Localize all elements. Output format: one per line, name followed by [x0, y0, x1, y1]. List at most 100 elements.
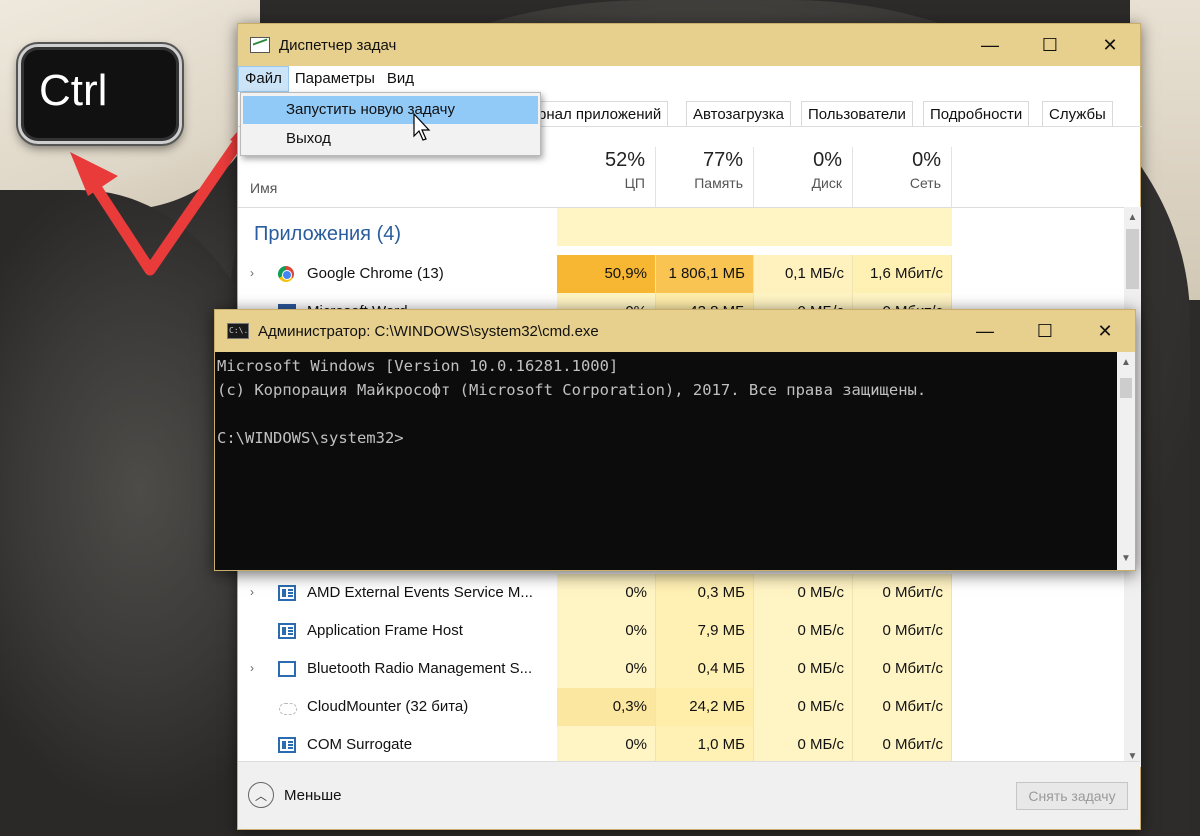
file-menu-dropdown: Запустить новую задачу Выход — [240, 92, 541, 156]
network-cell: 0 Мбит/с — [853, 688, 952, 726]
group-title-apps: Приложения (4) — [254, 223, 402, 245]
cmd-maximize-button[interactable]: ☐ — [1015, 310, 1075, 352]
tab-startup[interactable]: Автозагрузка — [686, 101, 791, 126]
table-row[interactable]: › AMD External Events Service M... 0% 0,… — [238, 574, 1124, 612]
close-button[interactable]: ✕ — [1080, 24, 1140, 66]
disk-cell: 0 МБ/с — [754, 574, 853, 612]
tab-details[interactable]: Подробности — [923, 101, 1030, 126]
network-label: Сеть — [909, 175, 941, 191]
scroll-up-icon[interactable]: ▲ — [1117, 354, 1135, 372]
menu-options[interactable]: Параметры — [289, 66, 381, 92]
chrome-icon — [278, 266, 294, 282]
column-header-cpu[interactable]: 52% ЦП — [557, 147, 656, 207]
table-row[interactable]: › Google Chrome (13) 50,9% 1 806,1 МБ 0,… — [238, 255, 1124, 293]
menu-item-run-new-task[interactable]: Запустить новую задачу — [243, 96, 538, 124]
tab-app-history[interactable]: рнал приложений — [532, 101, 669, 126]
column-header-memory[interactable]: 77% Память — [656, 147, 754, 207]
column-header-name[interactable]: Имя — [250, 180, 277, 196]
menu-item-exit[interactable]: Выход — [243, 125, 538, 153]
column-header-disk[interactable]: 0% Диск — [754, 147, 853, 207]
disk-cell: 0,1 МБ/с — [754, 255, 853, 293]
cpu-cell: 50,9% — [557, 255, 656, 293]
disk-total: 0% — [813, 149, 842, 171]
disk-cell: 0 МБ/с — [754, 726, 853, 764]
service-icon — [278, 623, 296, 639]
chevron-up-icon: ︿ — [248, 782, 274, 808]
console-output[interactable]: Microsoft Windows [Version 10.0.16281.10… — [215, 352, 1117, 570]
memory-label: Память — [694, 175, 743, 191]
cmd-close-button[interactable]: ✕ — [1075, 310, 1135, 352]
disk-cell: 0 МБ/с — [754, 612, 853, 650]
cpu-total: 52% — [604, 149, 645, 171]
cmd-titlebar[interactable]: C:\. Администратор: C:\WINDOWS\system32\… — [215, 310, 1135, 352]
cmd-minimize-button[interactable]: — — [955, 310, 1015, 352]
ctrl-key-overlay: Ctrl — [18, 44, 182, 144]
task-manager-icon — [250, 37, 270, 53]
scroll-up-icon[interactable]: ▲ — [1124, 209, 1141, 226]
expand-chevron-icon[interactable]: › — [250, 266, 254, 280]
cpu-cell: 0% — [557, 726, 656, 764]
table-row[interactable]: CloudMounter (32 бита) 0,3% 24,2 МБ 0 МБ… — [238, 688, 1124, 726]
scrollbar-thumb[interactable] — [1126, 229, 1139, 289]
network-total: 0% — [912, 149, 941, 171]
window-icon — [278, 661, 296, 677]
process-name: Application Frame Host — [307, 622, 463, 639]
tab-services[interactable]: Службы — [1042, 101, 1113, 126]
table-row[interactable]: › Bluetooth Radio Management S... 0% 0,4… — [238, 650, 1124, 688]
console-prompt: C:\WINDOWS\system32> — [217, 429, 404, 447]
process-name: Google Chrome (13) — [307, 265, 444, 282]
process-name: AMD External Events Service M... — [307, 584, 533, 601]
cmd-window-title: Администратор: C:\WINDOWS\system32\cmd.e… — [258, 322, 599, 340]
task-manager-footer: ︿ Меньше Снять задачу — [238, 761, 1140, 829]
network-cell: 0 Мбит/с — [853, 650, 952, 688]
fewer-details-button[interactable]: ︿ Меньше — [248, 782, 341, 808]
console-line: Microsoft Windows [Version 10.0.16281.10… — [217, 357, 619, 375]
expand-chevron-icon[interactable]: › — [250, 661, 254, 675]
table-row[interactable]: Application Frame Host 0% 7,9 МБ 0 МБ/с … — [238, 612, 1124, 650]
tab-users[interactable]: Пользователи — [801, 101, 913, 126]
expand-chevron-icon[interactable]: › — [250, 585, 254, 599]
process-name: CloudMounter (32 бита) — [307, 698, 469, 715]
cloud-icon — [278, 699, 297, 715]
network-cell: 0 Мбит/с — [853, 726, 952, 764]
console-icon: C:\. — [227, 323, 249, 339]
cmd-window: C:\. Администратор: C:\WINDOWS\system32\… — [214, 309, 1136, 571]
memory-cell: 0,3 МБ — [656, 574, 754, 612]
network-cell: 0 Мбит/с — [853, 574, 952, 612]
memory-cell: 0,4 МБ — [656, 650, 754, 688]
menu-bar: Файл Параметры Вид — [238, 66, 1140, 92]
column-header-network[interactable]: 0% Сеть — [853, 147, 952, 207]
scrollbar-thumb[interactable] — [1120, 378, 1132, 398]
heat-background-group — [557, 208, 952, 246]
network-cell: 0 Мбит/с — [853, 612, 952, 650]
memory-total: 77% — [702, 149, 743, 171]
maximize-button[interactable]: ☐ — [1020, 24, 1080, 66]
mouse-pointer-icon — [413, 112, 431, 141]
window-title: Диспетчер задач — [279, 36, 397, 54]
memory-cell: 1,0 МБ — [656, 726, 754, 764]
cpu-cell: 0,3% — [557, 688, 656, 726]
service-icon — [278, 737, 296, 753]
memory-cell: 1 806,1 МБ — [656, 255, 754, 293]
fewer-details-label: Меньше — [284, 786, 342, 804]
disk-cell: 0 МБ/с — [754, 650, 853, 688]
end-task-button[interactable]: Снять задачу — [1016, 782, 1128, 810]
memory-cell: 7,9 МБ — [656, 612, 754, 650]
table-row[interactable]: COM Surrogate 0% 1,0 МБ 0 МБ/с 0 Мбит/с — [238, 726, 1124, 764]
service-icon — [278, 585, 296, 601]
disk-label: Диск — [811, 175, 842, 191]
cpu-cell: 0% — [557, 574, 656, 612]
process-name: COM Surrogate — [307, 736, 413, 753]
console-line: (c) Корпорация Майкрософт (Microsoft Cor… — [217, 381, 927, 399]
cpu-label: ЦП — [624, 175, 645, 191]
scroll-down-icon[interactable]: ▼ — [1117, 550, 1135, 568]
cmd-scrollbar[interactable]: ▲ ▼ — [1117, 352, 1135, 570]
memory-cell: 24,2 МБ — [656, 688, 754, 726]
ctrl-key-label: Ctrl — [39, 66, 108, 115]
process-name: Bluetooth Radio Management S... — [307, 660, 533, 677]
menu-file[interactable]: Файл — [238, 66, 289, 92]
task-manager-titlebar[interactable]: Диспетчер задач — ☐ ✕ — [238, 24, 1140, 66]
minimize-button[interactable]: — — [960, 24, 1020, 66]
menu-view[interactable]: Вид — [381, 66, 420, 92]
